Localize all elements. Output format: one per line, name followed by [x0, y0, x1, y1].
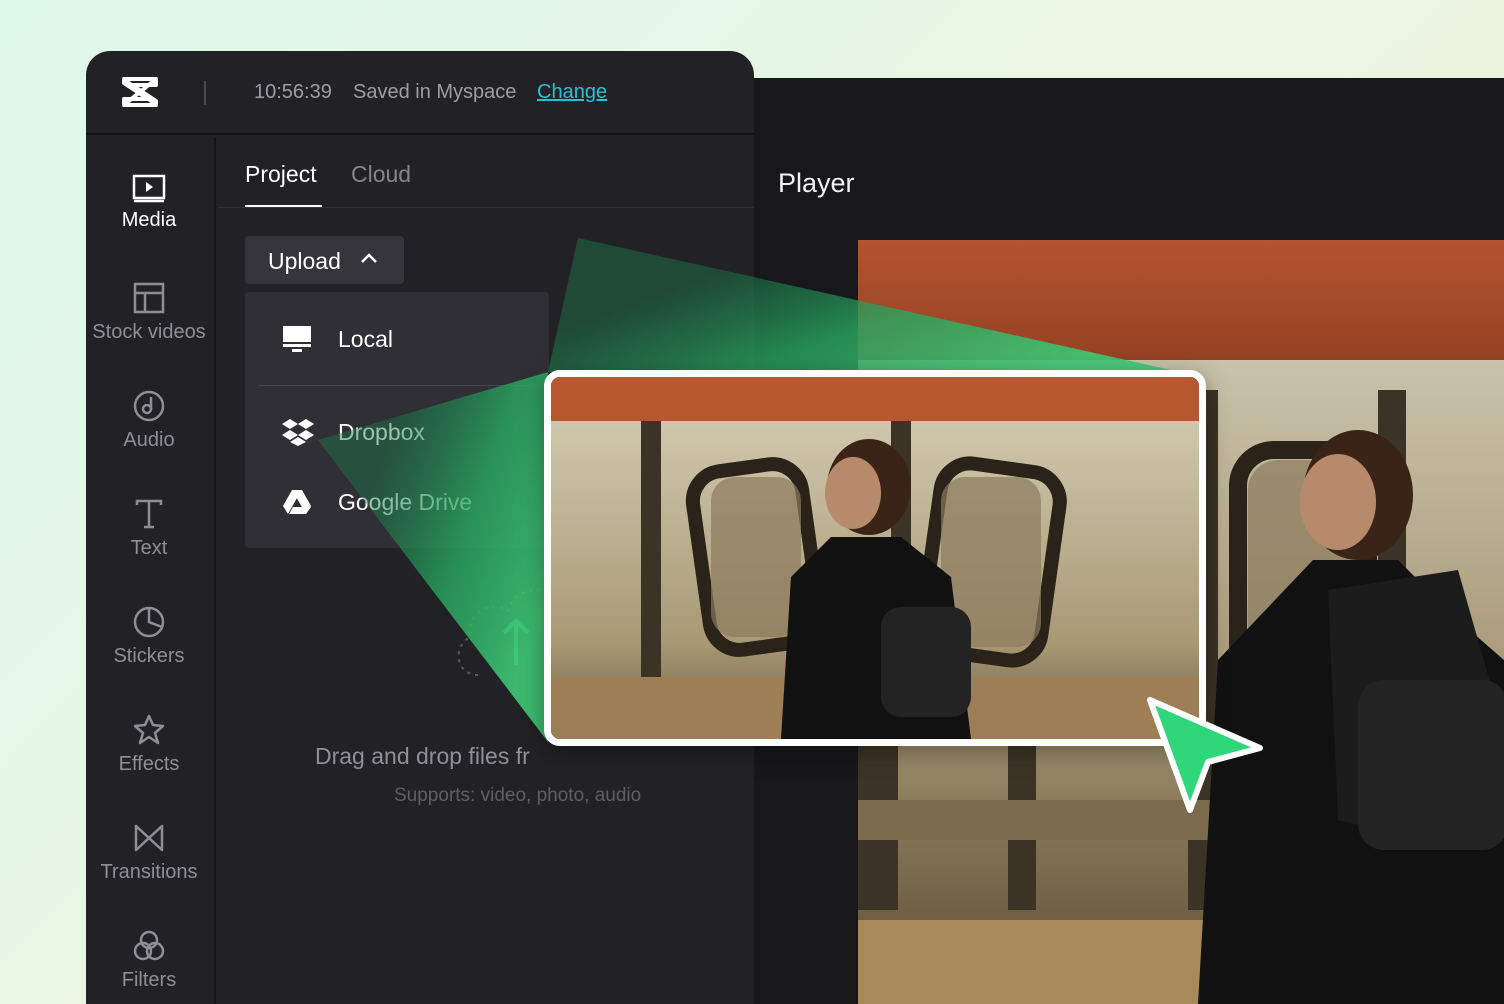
sidebar-item-text[interactable]: Text [86, 497, 212, 587]
google-drive-icon [283, 490, 311, 514]
tab-cloud[interactable]: Cloud [351, 161, 411, 188]
preview-card[interactable] [544, 370, 1206, 746]
sidebar-label-audio: Audio [123, 429, 175, 451]
sidebar-label-stickers: Stickers [113, 645, 185, 667]
sidebar-label-transitions: Transitions [100, 861, 198, 883]
effects-icon [133, 714, 165, 745]
text-icon [135, 499, 163, 529]
menu-divider [259, 385, 535, 386]
sidebar: Media Stock videos Audio Text Stickers E… [86, 137, 216, 1004]
transitions-icon [134, 824, 164, 852]
dropzone-subtitle: Supports: video, photo, audio [394, 785, 642, 806]
menu-label-dropbox: Dropbox [338, 419, 425, 445]
upload-label: Upload [268, 248, 341, 274]
save-time: 10:56:39 [254, 81, 332, 103]
sidebar-label-effects: Effects [118, 753, 180, 775]
player-title: Player [778, 168, 855, 198]
menu-label-local: Local [338, 326, 393, 352]
sidebar-label-stock-videos: Stock videos [92, 321, 206, 343]
sidebar-label-media: Media [121, 209, 177, 231]
upload-button[interactable]: Upload [245, 236, 404, 284]
sidebar-item-effects[interactable]: Effects [86, 713, 212, 803]
tab-project[interactable]: Project [245, 161, 317, 188]
upload-menu: Local Dropbox Google Drive [245, 292, 549, 548]
capcut-logo-icon [122, 77, 158, 107]
dropbox-icon [282, 419, 314, 446]
menu-item-google-drive[interactable]: Google Drive [245, 475, 549, 529]
sidebar-item-filters[interactable]: Filters [86, 929, 212, 1004]
stock-videos-icon [133, 282, 165, 314]
save-status: Saved in Myspace [353, 81, 517, 103]
change-location-link[interactable]: Change [537, 81, 607, 104]
header-divider [204, 81, 206, 105]
chevron-up-icon [361, 253, 377, 263]
dropzone-title: Drag and drop files fr [315, 743, 530, 769]
tabs-divider [218, 207, 754, 208]
sidebar-item-media[interactable]: Media [86, 173, 212, 263]
audio-icon [133, 390, 165, 422]
preview-image [551, 377, 1199, 739]
sidebar-item-stock-videos[interactable]: Stock videos [86, 281, 212, 371]
sidebar-label-text: Text [130, 537, 168, 559]
filters-icon [133, 930, 165, 961]
sidebar-item-audio[interactable]: Audio [86, 389, 212, 479]
menu-item-local[interactable]: Local [245, 312, 549, 366]
sidebar-item-transitions[interactable]: Transitions [86, 821, 212, 911]
menu-item-dropbox[interactable]: Dropbox [245, 405, 549, 459]
menu-label-google-drive: Google Drive [338, 489, 473, 515]
media-icon [132, 174, 166, 203]
top-bar: 10:56:39 Saved in Myspace Change [86, 51, 754, 135]
sidebar-label-filters: Filters [121, 969, 177, 991]
stickers-icon [133, 606, 165, 638]
sidebar-item-stickers[interactable]: Stickers [86, 605, 212, 695]
pointer-cursor-icon [1147, 697, 1263, 813]
monitor-icon [283, 326, 311, 352]
